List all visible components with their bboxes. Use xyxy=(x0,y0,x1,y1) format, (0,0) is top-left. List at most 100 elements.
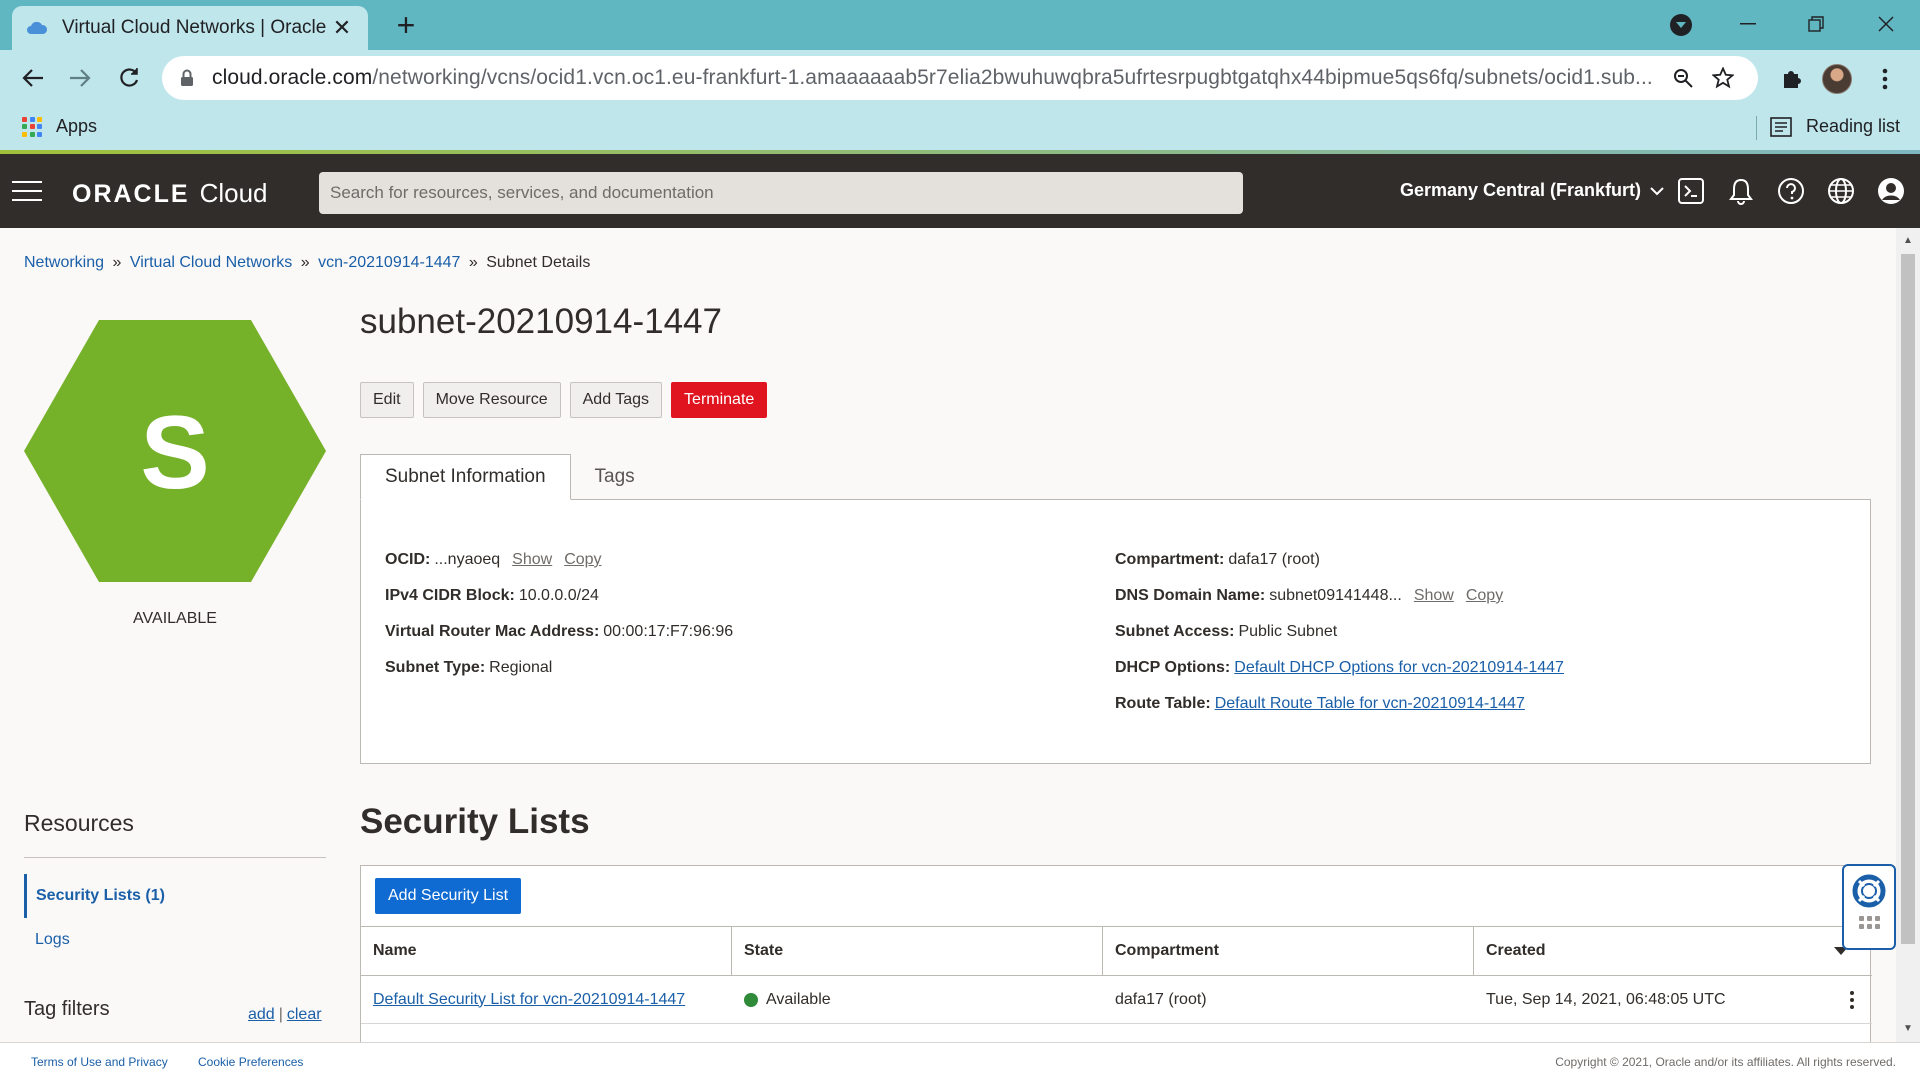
dhcp-options-link[interactable]: Default DHCP Options for vcn-20210914-14… xyxy=(1234,659,1564,677)
search-input[interactable]: Search for resources, services, and docu… xyxy=(319,172,1243,214)
language-globe-icon[interactable] xyxy=(1826,176,1856,206)
resource-security-lists[interactable]: Security Lists (1) xyxy=(24,874,326,918)
close-window-icon[interactable] xyxy=(1866,8,1906,40)
scroll-down-icon[interactable]: ▼ xyxy=(1902,1024,1914,1034)
drag-handle-icon[interactable] xyxy=(1858,916,1880,929)
ocid-show-link[interactable]: Show xyxy=(512,551,552,569)
subnet-letter: S xyxy=(140,395,209,511)
security-lists-panel: Add Security List Name State Compartment… xyxy=(360,865,1872,1042)
breadcrumb-networking[interactable]: Networking xyxy=(24,254,104,271)
info-column-left: OCID: ...nyaoeq Show Copy IPv4 CIDR Block… xyxy=(385,542,733,686)
subnet-access-row: Subnet Access: Public Subnet xyxy=(1115,623,1338,640)
mac-value: 00:00:17:F7:96:96 xyxy=(603,623,734,640)
ocid-row: OCID: ...nyaoeq Show Copy xyxy=(385,551,602,569)
column-created[interactable]: Created xyxy=(1474,927,1872,975)
move-resource-button[interactable]: Move Resource xyxy=(422,382,561,418)
terms-link[interactable]: Terms of Use and Privacy xyxy=(31,1055,168,1069)
more-menu-icon[interactable] xyxy=(1868,62,1902,96)
info-column-right: Compartment: dafa17 (root) DNS Domain Nam… xyxy=(1115,542,1564,722)
clear-tag-filter-link[interactable]: clear xyxy=(287,1006,322,1023)
dns-show-link[interactable]: Show xyxy=(1414,587,1454,605)
reading-list-label: Reading list xyxy=(1806,116,1901,136)
subnet-type-value: Regional xyxy=(489,659,553,676)
security-lists-table: Name State Compartment Created Default S… xyxy=(361,926,1872,1024)
help-icon[interactable] xyxy=(1776,176,1806,206)
table-row: Default Security List for vcn-20210914-1… xyxy=(361,976,1872,1024)
security-lists-heading: Security Lists xyxy=(360,802,590,841)
divider xyxy=(24,857,326,858)
apps-label: Apps xyxy=(56,116,98,136)
created-value: Tue, Sep 14, 2021, 06:48:05 UTC xyxy=(1486,990,1726,1008)
resources-heading: Resources xyxy=(24,810,134,836)
resource-logs[interactable]: Logs xyxy=(35,925,70,955)
mac-row: Virtual Router Mac Address: 00:00:17:F7:9… xyxy=(385,623,734,640)
apps-shortcut[interactable]: Apps xyxy=(22,116,97,137)
route-table-link[interactable]: Default Route Table for vcn-20210914-144… xyxy=(1215,695,1525,713)
dns-row: DNS Domain Name: subnet09141448... Show C… xyxy=(1115,587,1504,605)
help-lifebuoy-widget[interactable] xyxy=(1842,864,1896,950)
bookmark-star-icon[interactable] xyxy=(1706,61,1740,95)
scroll-thumb[interactable] xyxy=(1901,254,1915,944)
terminate-button[interactable]: Terminate xyxy=(671,382,768,418)
cookie-preferences-link[interactable]: Cookie Preferences xyxy=(198,1055,303,1069)
oracle-cloud-logo[interactable]: ORACLE Cloud xyxy=(72,178,268,209)
column-name[interactable]: Name xyxy=(361,927,732,975)
minimize-icon[interactable] xyxy=(1728,8,1768,40)
row-actions-kebab-icon[interactable] xyxy=(1842,990,1862,1009)
page-scrollbar[interactable]: ▲ ▼ xyxy=(1896,228,1920,1042)
console-footer: Terms of Use and Privacy Cookie Preferen… xyxy=(0,1042,1920,1080)
ocid-copy-link[interactable]: Copy xyxy=(564,551,601,569)
forward-icon[interactable] xyxy=(64,62,96,94)
available-status-icon xyxy=(744,992,758,1007)
dhcp-row: DHCP Options: Default DHCP Options for vc… xyxy=(1115,659,1564,677)
reading-list-button[interactable]: Reading list xyxy=(1770,116,1900,137)
column-state[interactable]: State xyxy=(732,927,1103,975)
close-tab-icon[interactable]: ✕ xyxy=(330,15,354,41)
cidr-value: 10.0.0.0/24 xyxy=(518,587,599,604)
profile-avatar[interactable] xyxy=(1822,64,1852,94)
lifebuoy-icon xyxy=(1852,874,1886,908)
url-text: cloud.oracle.com/networking/vcns/ocid1.v… xyxy=(212,66,1653,89)
cloud-shell-icon[interactable] xyxy=(1676,176,1706,206)
lock-icon xyxy=(181,69,193,86)
tab-subnet-information[interactable]: Subnet Information xyxy=(360,454,571,500)
reload-icon[interactable] xyxy=(113,62,145,94)
tag-filters-heading: Tag filters xyxy=(24,998,110,1020)
subnet-hexagon-icon: S xyxy=(24,320,326,582)
search-placeholder: Search for resources, services, and docu… xyxy=(330,183,714,202)
tab-search-icon[interactable] xyxy=(1670,14,1692,36)
lifecycle-status: AVAILABLE xyxy=(133,610,217,627)
browser-tab[interactable]: Virtual Cloud Networks | Oracle C ✕ xyxy=(12,6,368,50)
user-profile-icon[interactable] xyxy=(1876,176,1906,206)
route-table-row: Route Table: Default Route Table for vcn-… xyxy=(1115,695,1525,713)
detail-tabs: Subnet Information Tags xyxy=(360,454,659,500)
notifications-bell-icon[interactable] xyxy=(1726,176,1756,206)
console-header: ORACLE Cloud Search for resources, servi… xyxy=(0,154,1920,228)
extensions-icon[interactable] xyxy=(1774,62,1808,96)
add-tag-filter-link[interactable]: add xyxy=(248,1006,275,1023)
dns-copy-link[interactable]: Copy xyxy=(1466,587,1503,605)
back-icon[interactable] xyxy=(17,62,49,94)
add-security-list-button[interactable]: Add Security List xyxy=(375,878,522,914)
scroll-up-icon[interactable]: ▲ xyxy=(1902,236,1914,246)
tab-tags[interactable]: Tags xyxy=(571,454,659,500)
new-tab-icon[interactable]: + xyxy=(390,9,422,41)
column-compartment[interactable]: Compartment xyxy=(1103,927,1474,975)
security-list-link[interactable]: Default Security List for vcn-20210914-1… xyxy=(373,991,685,1009)
subnet-type-row: Subnet Type: Regional xyxy=(385,659,553,676)
breadcrumb: Networking » Virtual Cloud Networks » vc… xyxy=(24,254,591,271)
tab-title: Virtual Cloud Networks | Oracle C xyxy=(62,17,330,38)
address-bar[interactable]: cloud.oracle.com/networking/vcns/ocid1.v… xyxy=(162,56,1758,100)
region-selector[interactable]: Germany Central (Frankfurt) xyxy=(1400,180,1665,201)
hamburger-menu-icon[interactable] xyxy=(12,181,42,201)
restore-icon[interactable] xyxy=(1796,8,1836,40)
add-tags-button[interactable]: Add Tags xyxy=(569,382,663,418)
zoom-icon[interactable] xyxy=(1666,61,1700,95)
subnet-access-value: Public Subnet xyxy=(1238,623,1338,640)
breadcrumb-vcns[interactable]: Virtual Cloud Networks xyxy=(130,254,292,271)
tag-filter-actions: add | clear xyxy=(248,1006,322,1023)
breadcrumb-vcn[interactable]: vcn-20210914-1447 xyxy=(318,254,460,271)
action-buttons: Edit Move Resource Add Tags Terminate xyxy=(360,382,768,418)
edit-button[interactable]: Edit xyxy=(360,382,414,418)
apps-grid-icon xyxy=(22,116,42,137)
